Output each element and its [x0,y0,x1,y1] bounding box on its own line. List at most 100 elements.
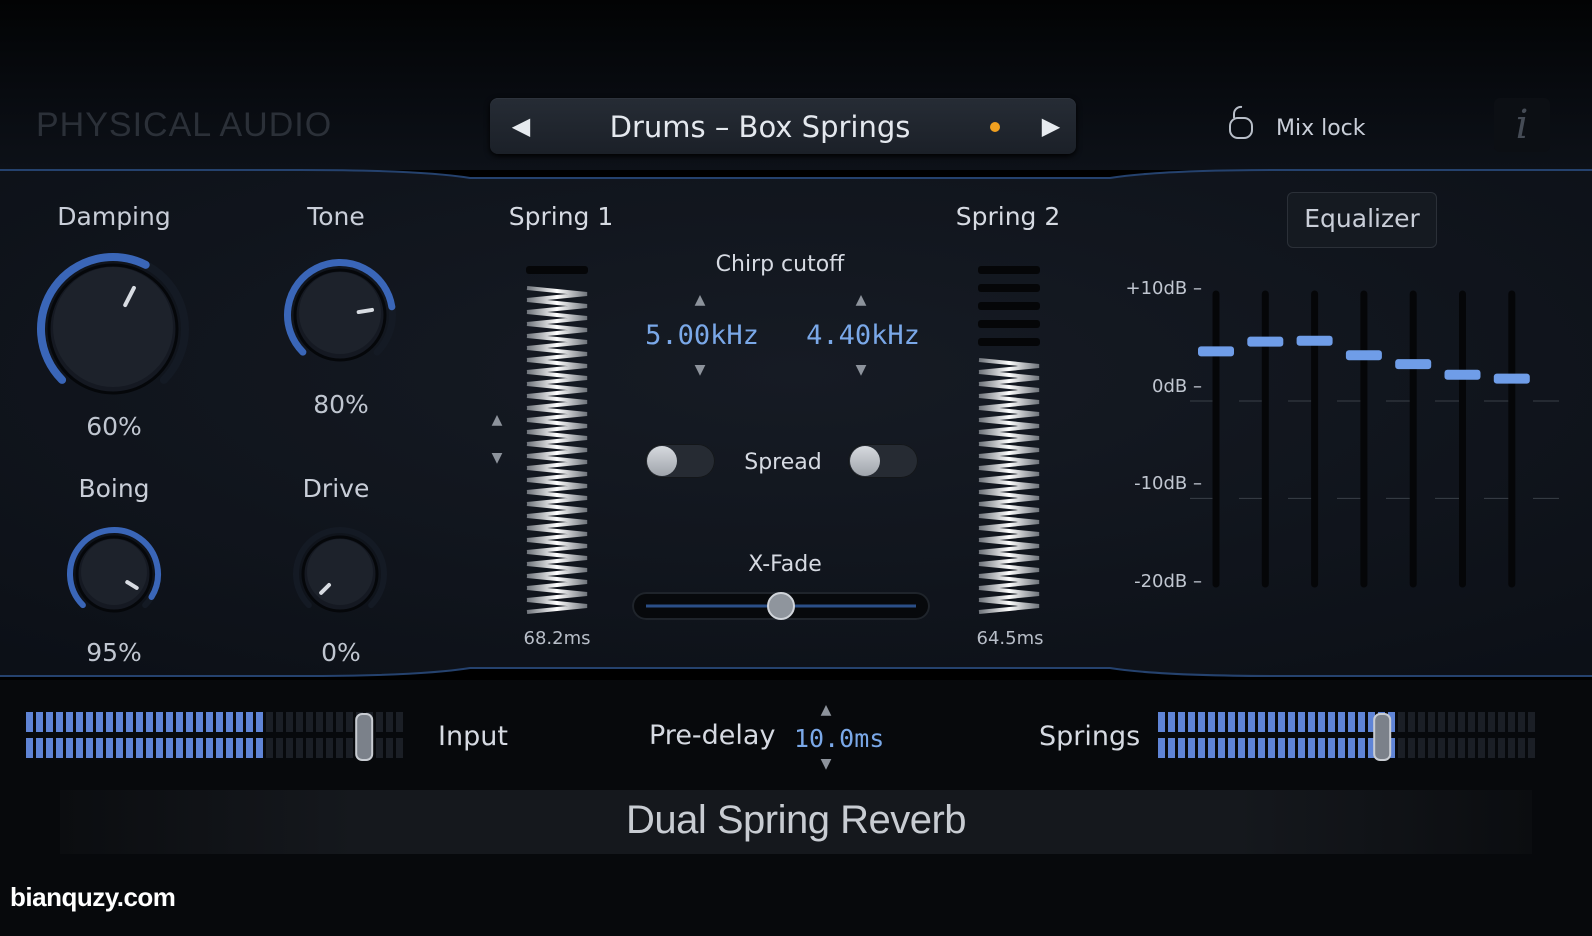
meter-segment [396,712,403,732]
spring-coil [526,466,588,482]
input-meter[interactable] [24,712,410,766]
preset-next-button[interactable]: ▶ [1026,98,1076,154]
preset-name[interactable]: Drums – Box Springs [550,98,970,154]
springs-meter[interactable] [1156,712,1542,766]
meter-segment [286,738,293,758]
mix-lock-label[interactable]: Mix lock [1276,116,1366,141]
spring1-up-arrow[interactable]: ▲ [482,412,512,428]
meter-segment [296,738,303,758]
info-button[interactable]: i [1494,98,1550,152]
meter-segment [1178,738,1185,758]
meter-segment [296,712,303,732]
eq-handle [1198,346,1234,357]
meter-segment [116,738,123,758]
xfade-thumb [767,592,795,620]
tone-knob[interactable] [283,258,397,372]
meter-segment [1458,738,1465,758]
meter-segment [1258,712,1265,732]
meter-segment [36,738,43,758]
product-name: Dual Spring Reverb [625,798,967,842]
spring-coil [526,478,588,494]
spring-bar [978,320,1040,328]
damping-knob[interactable] [36,252,190,406]
xfade-label: X-Fade [748,552,822,577]
meter-segment [1498,712,1505,732]
meter-segment [1248,712,1255,732]
meter-segment [1488,738,1495,758]
meter-segment [26,712,33,732]
equalizer-button[interactable]: Equalizer [1287,192,1437,248]
spring2-label: Spring 2 [955,202,1061,231]
chirp1-value[interactable]: 5.00kHz [622,320,782,351]
xfade-slider[interactable] [632,592,930,620]
drive-knob[interactable] [292,526,388,622]
spring-coil [978,502,1040,518]
meter-segment [336,738,343,758]
meter-segment [1268,738,1275,758]
spring1-down-arrow[interactable]: ▼ [482,450,512,466]
spring-coil [526,382,588,398]
chirp1-up-arrow[interactable]: ▲ [685,292,715,308]
spring-coil [526,334,588,350]
spring-coil [978,562,1040,578]
meter-segment [316,712,323,732]
meter-segment [1408,712,1415,732]
meter-segment [1328,712,1335,732]
spring-coil [526,550,588,566]
meter-segment [286,712,293,732]
preset-prev-button[interactable]: ◀ [496,98,546,154]
meter-segment [66,738,73,758]
meter-segment [166,712,173,732]
meter-thumb [1373,713,1392,761]
meter-segment [1218,712,1225,732]
eq-handle [1444,369,1481,380]
meter-segment [1468,712,1475,732]
eq-handle [1345,350,1382,361]
spring-coil [978,382,1040,398]
spring-coil [526,346,588,362]
meter-segment [66,712,73,732]
meter-segment [1218,738,1225,758]
lock-icon[interactable] [1228,104,1254,140]
meter-thumb [355,713,374,761]
meter-segment [186,712,193,732]
chirp1-down-arrow[interactable]: ▼ [685,362,715,378]
chirp2-down-arrow[interactable]: ▼ [846,362,876,378]
preset-selector[interactable]: ◀ Drums – Box Springs ▶ [490,98,1076,154]
meter-segment [1228,738,1235,758]
meter-segment [246,738,253,758]
predelay-up-arrow[interactable]: ▲ [811,702,841,718]
meter-segment [1158,712,1165,732]
meter-segment [86,738,93,758]
predelay-value[interactable]: 10.0ms [794,724,884,753]
meter-segment [1428,738,1435,758]
meter-segment [1518,712,1525,732]
meter-segment [276,738,283,758]
spread-toggle-left[interactable] [645,444,715,478]
eq-handle [1247,336,1284,347]
meter-segment [1508,738,1515,758]
meter-segment [26,738,33,758]
spring-coil [526,430,588,446]
drive-value: 0% [321,638,361,667]
spring-coil [526,370,588,386]
chirp2-value[interactable]: 4.40kHz [783,320,943,351]
predelay-down-arrow[interactable]: ▼ [811,756,841,772]
equalizer-graph[interactable]: 1252505001k2k4k8k [1190,280,1560,623]
meter-segment [226,738,233,758]
boing-knob[interactable] [66,526,162,622]
meter-segment [1338,712,1345,732]
meter-segment [1238,738,1245,758]
spring2-graphic[interactable] [976,266,1042,620]
spring1-graphic[interactable] [524,266,590,620]
spread-toggle-right[interactable] [848,444,918,478]
meter-segment [1428,712,1435,732]
meter-segment [376,712,383,732]
spring-coil [526,538,588,554]
meter-segment [256,738,263,758]
meter-segment [116,712,123,732]
chirp2-up-arrow[interactable]: ▲ [846,292,876,308]
meter-segment [1478,712,1485,732]
meter-segment [1308,712,1315,732]
spring-coil [978,574,1040,590]
